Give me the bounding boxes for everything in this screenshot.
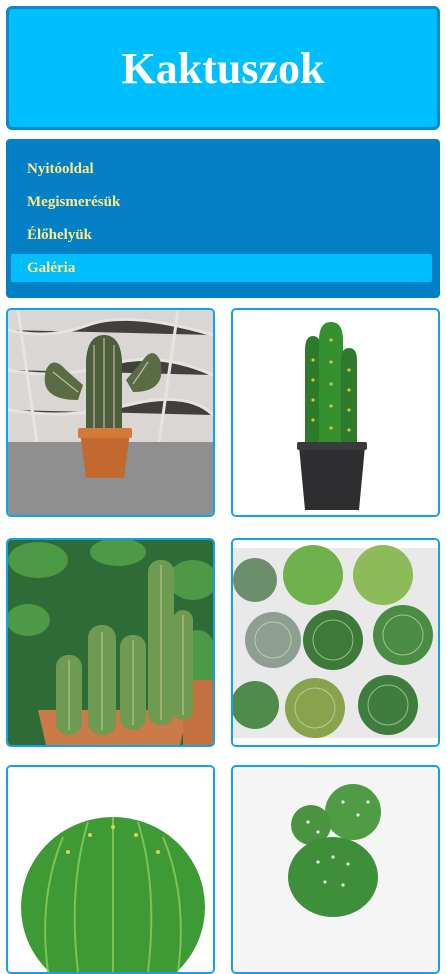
- cactus-photo-succulent-assortment: [233, 540, 438, 745]
- nav-item-galeria[interactable]: Galéria: [11, 254, 432, 282]
- nav-item-nyitooldal[interactable]: Nyitóoldal: [11, 155, 432, 183]
- cactus-photo-black-pot: [233, 310, 438, 515]
- cactus-photo-small-globular: [233, 767, 438, 972]
- main-nav: Nyitóoldal Megismerésük Élőhelyük Galéri…: [6, 139, 440, 298]
- gallery-image-4[interactable]: [231, 538, 440, 747]
- nav-item-megismeresuk[interactable]: Megismerésük: [11, 188, 432, 216]
- gallery-image-3[interactable]: [6, 538, 215, 747]
- gallery-image-5[interactable]: [6, 765, 215, 974]
- gallery-image-6[interactable]: [231, 765, 440, 974]
- page-title: Kaktuszok: [121, 43, 325, 93]
- gallery-image-1[interactable]: [6, 308, 215, 517]
- cactus-photo-terracotta-pot: [8, 310, 213, 515]
- gallery-image-2[interactable]: [231, 308, 440, 517]
- nav-item-elohelyuk[interactable]: Élőhelyük: [11, 221, 432, 249]
- cactus-photo-round-golden-barrel: [8, 767, 213, 972]
- cactus-photo-group-columnar: [8, 540, 213, 745]
- site-header: Kaktuszok: [6, 6, 440, 130]
